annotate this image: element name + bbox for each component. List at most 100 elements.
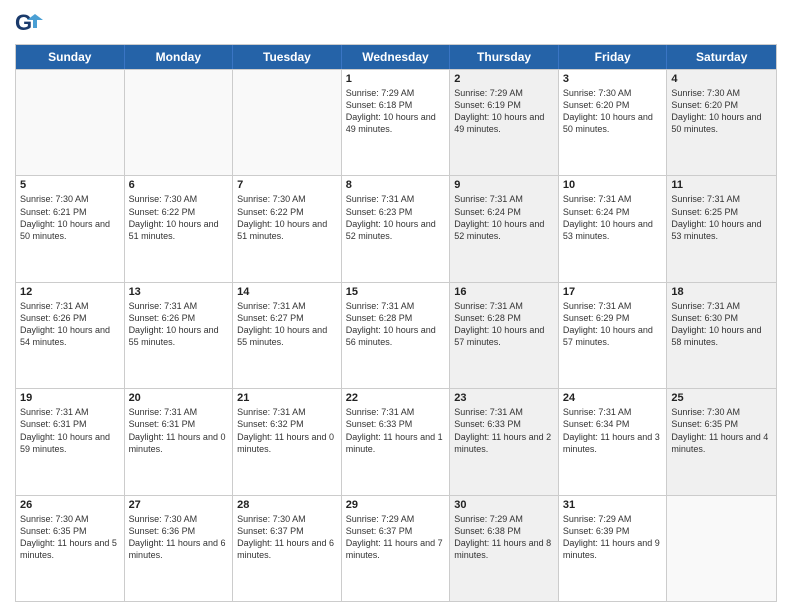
cell-info: Sunrise: 7:31 AM Sunset: 6:24 PM Dayligh… [563, 193, 663, 242]
cell-info: Sunrise: 7:31 AM Sunset: 6:33 PM Dayligh… [346, 406, 446, 455]
calendar-body: 1 Sunrise: 7:29 AM Sunset: 6:18 PM Daylig… [16, 69, 776, 601]
cell-info: Sunrise: 7:31 AM Sunset: 6:30 PM Dayligh… [671, 300, 772, 349]
cell-info: Sunrise: 7:29 AM Sunset: 6:39 PM Dayligh… [563, 513, 663, 562]
calendar-cell [667, 496, 776, 601]
calendar-cell: 8 Sunrise: 7:31 AM Sunset: 6:23 PM Daylig… [342, 176, 451, 281]
day-number: 10 [563, 179, 663, 191]
day-number: 6 [129, 179, 229, 191]
day-number: 3 [563, 73, 663, 85]
calendar-cell: 17 Sunrise: 7:31 AM Sunset: 6:29 PM Dayli… [559, 283, 668, 388]
calendar-cell: 25Sunrise: 7:30 AM Sunset: 6:35 PM Dayli… [667, 389, 776, 494]
header-day-thursday: Thursday [450, 45, 559, 69]
calendar-cell: 14Sunrise: 7:31 AM Sunset: 6:27 PM Dayli… [233, 283, 342, 388]
page-header: G [15, 10, 777, 38]
calendar-cell [16, 70, 125, 175]
cell-info: Sunrise: 7:31 AM Sunset: 6:29 PM Dayligh… [563, 300, 663, 349]
calendar-cell [125, 70, 234, 175]
day-number: 27 [129, 499, 229, 511]
calendar-cell: 9 Sunrise: 7:31 AM Sunset: 6:24 PM Daylig… [450, 176, 559, 281]
day-number: 30 [454, 499, 554, 511]
calendar-cell: 20Sunrise: 7:31 AM Sunset: 6:31 PM Dayli… [125, 389, 234, 494]
header-day-monday: Monday [125, 45, 234, 69]
cell-info: Sunrise: 7:31 AM Sunset: 6:26 PM Dayligh… [129, 300, 229, 349]
header-day-saturday: Saturday [667, 45, 776, 69]
calendar-cell: 4 Sunrise: 7:30 AM Sunset: 6:20 PM Daylig… [667, 70, 776, 175]
calendar-cell [233, 70, 342, 175]
logo-icon: G [15, 10, 43, 38]
calendar-row-1: 1 Sunrise: 7:29 AM Sunset: 6:18 PM Daylig… [16, 69, 776, 175]
calendar-cell: 23Sunrise: 7:31 AM Sunset: 6:33 PM Dayli… [450, 389, 559, 494]
calendar-cell: 21 Sunrise: 7:31 AM Sunset: 6:32 PM Dayli… [233, 389, 342, 494]
calendar-cell: 31 Sunrise: 7:29 AM Sunset: 6:39 PM Dayli… [559, 496, 668, 601]
cell-info: Sunrise: 7:30 AM Sunset: 6:36 PM Dayligh… [129, 513, 229, 562]
day-number: 18 [671, 286, 772, 298]
calendar-cell: 18 Sunrise: 7:31 AM Sunset: 6:30 PM Dayli… [667, 283, 776, 388]
cell-info: Sunrise: 7:29 AM Sunset: 6:19 PM Dayligh… [454, 87, 554, 136]
calendar-cell: 7 Sunrise: 7:30 AM Sunset: 6:22 PM Daylig… [233, 176, 342, 281]
day-number: 7 [237, 179, 337, 191]
day-number: 16 [454, 286, 554, 298]
calendar-cell: 24 Sunrise: 7:31 AM Sunset: 6:34 PM Dayli… [559, 389, 668, 494]
cell-info: Sunrise: 7:31 AM Sunset: 6:24 PM Dayligh… [454, 193, 554, 242]
calendar-cell: 6 Sunrise: 7:30 AM Sunset: 6:22 PM Daylig… [125, 176, 234, 281]
header-day-sunday: Sunday [16, 45, 125, 69]
calendar-cell: 1 Sunrise: 7:29 AM Sunset: 6:18 PM Daylig… [342, 70, 451, 175]
day-number: 21 [237, 392, 337, 404]
calendar-header: SundayMondayTuesdayWednesdayThursdayFrid… [16, 45, 776, 69]
header-day-tuesday: Tuesday [233, 45, 342, 69]
cell-info: Sunrise: 7:31 AM Sunset: 6:25 PM Dayligh… [671, 193, 772, 242]
cell-info: Sunrise: 7:31 AM Sunset: 6:34 PM Dayligh… [563, 406, 663, 455]
calendar-cell: 28Sunrise: 7:30 AM Sunset: 6:37 PM Dayli… [233, 496, 342, 601]
cell-info: Sunrise: 7:29 AM Sunset: 6:18 PM Dayligh… [346, 87, 446, 136]
day-number: 17 [563, 286, 663, 298]
day-number: 12 [20, 286, 120, 298]
cell-info: Sunrise: 7:30 AM Sunset: 6:22 PM Dayligh… [129, 193, 229, 242]
cell-info: Sunrise: 7:31 AM Sunset: 6:32 PM Dayligh… [237, 406, 337, 455]
svg-text:G: G [15, 10, 32, 35]
cell-info: Sunrise: 7:30 AM Sunset: 6:20 PM Dayligh… [671, 87, 772, 136]
day-number: 15 [346, 286, 446, 298]
header-day-wednesday: Wednesday [342, 45, 451, 69]
calendar-row-3: 12 Sunrise: 7:31 AM Sunset: 6:26 PM Dayli… [16, 282, 776, 388]
cell-info: Sunrise: 7:31 AM Sunset: 6:28 PM Dayligh… [346, 300, 446, 349]
cell-info: Sunrise: 7:29 AM Sunset: 6:37 PM Dayligh… [346, 513, 446, 562]
day-number: 19 [20, 392, 120, 404]
calendar-cell: 29 Sunrise: 7:29 AM Sunset: 6:37 PM Dayli… [342, 496, 451, 601]
cell-info: Sunrise: 7:30 AM Sunset: 6:22 PM Dayligh… [237, 193, 337, 242]
day-number: 14 [237, 286, 337, 298]
calendar-cell: 19 Sunrise: 7:31 AM Sunset: 6:31 PM Dayli… [16, 389, 125, 494]
calendar-cell: 15 Sunrise: 7:31 AM Sunset: 6:28 PM Dayli… [342, 283, 451, 388]
day-number: 1 [346, 73, 446, 85]
calendar-row-4: 19 Sunrise: 7:31 AM Sunset: 6:31 PM Dayli… [16, 388, 776, 494]
cell-info: Sunrise: 7:31 AM Sunset: 6:23 PM Dayligh… [346, 193, 446, 242]
cell-info: Sunrise: 7:29 AM Sunset: 6:38 PM Dayligh… [454, 513, 554, 562]
cell-info: Sunrise: 7:30 AM Sunset: 6:21 PM Dayligh… [20, 193, 120, 242]
day-number: 22 [346, 392, 446, 404]
day-number: 29 [346, 499, 446, 511]
calendar-cell: 27 Sunrise: 7:30 AM Sunset: 6:36 PM Dayli… [125, 496, 234, 601]
day-number: 26 [20, 499, 120, 511]
day-number: 13 [129, 286, 229, 298]
day-number: 8 [346, 179, 446, 191]
day-number: 5 [20, 179, 120, 191]
day-number: 11 [671, 179, 772, 191]
calendar: SundayMondayTuesdayWednesdayThursdayFrid… [15, 44, 777, 602]
day-number: 25 [671, 392, 772, 404]
cell-info: Sunrise: 7:31 AM Sunset: 6:28 PM Dayligh… [454, 300, 554, 349]
logo: G [15, 10, 47, 38]
day-number: 9 [454, 179, 554, 191]
cell-info: Sunrise: 7:30 AM Sunset: 6:35 PM Dayligh… [20, 513, 120, 562]
calendar-cell: 30 Sunrise: 7:29 AM Sunset: 6:38 PM Dayli… [450, 496, 559, 601]
day-number: 31 [563, 499, 663, 511]
day-number: 28 [237, 499, 337, 511]
day-number: 4 [671, 73, 772, 85]
cell-info: Sunrise: 7:31 AM Sunset: 6:31 PM Dayligh… [20, 406, 120, 455]
calendar-row-5: 26 Sunrise: 7:30 AM Sunset: 6:35 PM Dayli… [16, 495, 776, 601]
calendar-cell: 16 Sunrise: 7:31 AM Sunset: 6:28 PM Dayli… [450, 283, 559, 388]
calendar-cell: 22 Sunrise: 7:31 AM Sunset: 6:33 PM Dayli… [342, 389, 451, 494]
day-number: 24 [563, 392, 663, 404]
day-number: 2 [454, 73, 554, 85]
cell-info: Sunrise: 7:31 AM Sunset: 6:33 PM Dayligh… [454, 406, 554, 455]
calendar-cell: 13 Sunrise: 7:31 AM Sunset: 6:26 PM Dayli… [125, 283, 234, 388]
calendar-cell: 3Sunrise: 7:30 AM Sunset: 6:20 PM Daylig… [559, 70, 668, 175]
